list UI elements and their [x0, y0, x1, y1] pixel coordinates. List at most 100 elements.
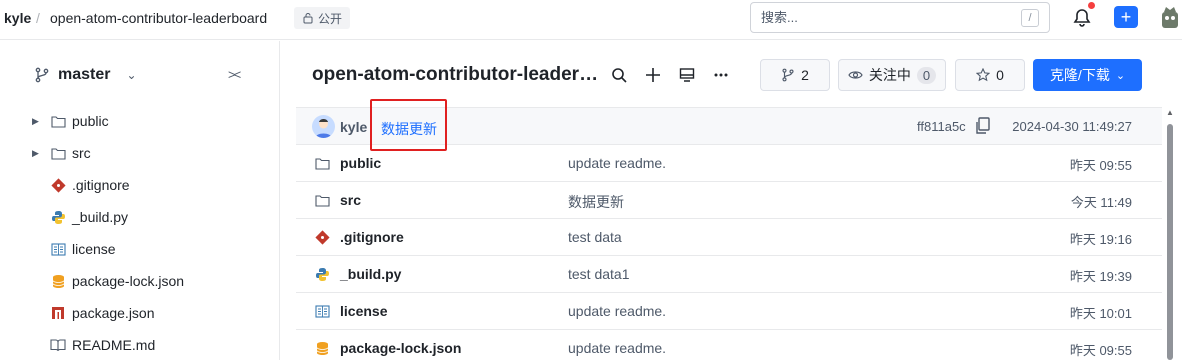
git-icon [314, 229, 330, 245]
book-icon [50, 337, 66, 353]
search-icon[interactable] [610, 64, 628, 86]
python-icon [50, 209, 66, 225]
global-search[interactable]: / [750, 2, 1050, 33]
branch-selector[interactable]: master ⌄ [34, 66, 137, 84]
file-name-link[interactable]: .gitignore [340, 229, 404, 245]
file-name-link[interactable]: license [340, 303, 387, 319]
visibility-label: 公开 [318, 11, 343, 26]
visibility-badge: 公开 [294, 7, 351, 29]
license-icon [50, 241, 66, 257]
file-name-link[interactable]: src [340, 192, 361, 208]
branch-count: 2 [801, 67, 809, 83]
star-count: 0 [996, 67, 1004, 83]
license-icon [314, 303, 330, 319]
caret-right-icon[interactable]: ▶ [32, 148, 44, 159]
vertical-scrollbar[interactable]: ▲ [1164, 106, 1176, 360]
table-row[interactable]: _build.py test data1 昨天 19:39 [296, 256, 1162, 293]
table-row[interactable]: package-lock.json update readme. 昨天 09:5… [296, 330, 1162, 360]
collapse-sidebar-icon[interactable]: >< [228, 67, 241, 82]
branches-button[interactable]: 2 [760, 59, 830, 91]
latest-commit-row: kyle 数据更新 ff811a5c 2024-04-30 11:49:27 [296, 108, 1162, 145]
tree-item-label: src [72, 145, 91, 161]
tree-item-label: _build.py [72, 209, 129, 225]
caret-right-icon[interactable]: ▶ [32, 116, 44, 127]
database-icon [314, 340, 330, 356]
more-icon[interactable] [712, 64, 730, 86]
scroll-up-arrow-icon[interactable]: ▲ [1166, 108, 1174, 117]
file-tree: ▶ public ▶ src ▶ .gitignore ▶ _build.py … [0, 105, 279, 360]
file-commit-message[interactable]: test data [568, 229, 622, 245]
tree-item-label: package-lock.json [72, 273, 185, 289]
scrollbar-thumb[interactable] [1167, 124, 1173, 360]
watch-label: 关注中 [868, 67, 911, 83]
file-name-link[interactable]: _build.py [340, 266, 401, 282]
file-tree-sidebar: master ⌄ >< ▶ public ▶ src ▶ .gitignore … [0, 41, 280, 360]
breadcrumb-owner[interactable]: kyle [4, 10, 31, 26]
tree-item-label: README.md [72, 337, 156, 353]
tree-item-label: public [72, 113, 109, 129]
chevron-down-icon: ⌄ [126, 68, 137, 82]
commit-message-link[interactable]: 数据更新 [381, 119, 437, 139]
file-updated-time: 昨天 09:55 [1069, 158, 1132, 173]
tree-item-file[interactable]: ▶ license [0, 233, 279, 265]
python-icon [314, 266, 330, 282]
database-icon [50, 273, 66, 289]
npm-icon [50, 305, 66, 321]
tree-item-label: package.json [72, 305, 155, 321]
create-new-button[interactable]: + [1114, 6, 1138, 28]
file-name-link[interactable]: public [340, 155, 381, 171]
commit-time: 2024-04-30 11:49:27 [1012, 119, 1132, 134]
tree-item-folder[interactable]: ▶ public [0, 105, 279, 137]
tree-item-label: license [72, 241, 116, 257]
file-updated-time: 昨天 09:55 [1069, 343, 1132, 358]
git-icon [50, 177, 66, 193]
file-updated-time: 昨天 19:39 [1069, 269, 1132, 284]
watch-button[interactable]: 关注中 0 [838, 59, 946, 91]
tree-item-file[interactable]: ▶ package-lock.json [0, 265, 279, 297]
folder-icon [50, 113, 66, 129]
table-row[interactable]: public update readme. 昨天 09:55 [296, 145, 1162, 182]
file-commit-message[interactable]: update readme. [568, 340, 666, 356]
tree-item-label: .gitignore [72, 177, 130, 193]
file-commit-message[interactable]: update readme. [568, 155, 666, 171]
notification-dot [1088, 2, 1095, 9]
clone-download-button[interactable]: 克隆/下载 ⌄ [1033, 59, 1142, 91]
table-row[interactable]: .gitignore test data 昨天 19:16 [296, 219, 1162, 256]
file-updated-time: 昨天 10:01 [1069, 306, 1132, 321]
eye-icon [848, 71, 863, 79]
tree-item-file[interactable]: ▶ package.json [0, 297, 279, 329]
desktop-icon[interactable] [678, 64, 696, 86]
file-commit-message[interactable]: test data1 [568, 266, 630, 282]
chevron-down-icon: ⌄ [1115, 69, 1126, 82]
tree-item-folder[interactable]: ▶ src [0, 137, 279, 169]
copy-icon[interactable] [975, 117, 991, 135]
bell-icon[interactable] [1072, 8, 1092, 28]
folder-icon [314, 155, 330, 171]
add-icon[interactable] [644, 64, 662, 86]
commit-author[interactable]: kyle [340, 119, 367, 135]
tree-item-file[interactable]: ▶ .gitignore [0, 169, 279, 201]
tree-item-file[interactable]: ▶ _build.py [0, 201, 279, 233]
table-row[interactable]: license update readme. 昨天 10:01 [296, 293, 1162, 330]
breadcrumb-separator: / [36, 10, 40, 26]
file-updated-time: 今天 11:49 [1070, 195, 1132, 210]
commit-sha[interactable]: ff811a5c [917, 119, 966, 134]
star-button[interactable]: 0 [955, 59, 1025, 91]
file-commit-message[interactable]: 数据更新 [568, 192, 624, 212]
breadcrumb-repo[interactable]: open-atom-contributor-leaderboard [50, 10, 267, 26]
top-bar: kyle / open-atom-contributor-leaderboard… [0, 0, 1182, 40]
user-avatar[interactable] [1158, 4, 1182, 30]
branch-name: master [58, 66, 111, 83]
clone-label: 克隆/下载 [1049, 67, 1110, 83]
repo-title: open-atom-contributor-leaderboa... [312, 64, 608, 85]
branch-icon [35, 67, 49, 83]
table-row[interactable]: src 数据更新 今天 11:49 [296, 182, 1162, 219]
file-updated-time: 昨天 19:16 [1069, 232, 1132, 247]
avatar[interactable] [312, 115, 335, 138]
watch-count: 0 [916, 66, 937, 84]
file-commit-message[interactable]: update readme. [568, 303, 666, 319]
lock-open-icon [303, 13, 313, 24]
tree-item-file[interactable]: ▶ README.md [0, 329, 279, 360]
file-name-link[interactable]: package-lock.json [340, 340, 461, 356]
search-input[interactable] [761, 10, 1021, 25]
